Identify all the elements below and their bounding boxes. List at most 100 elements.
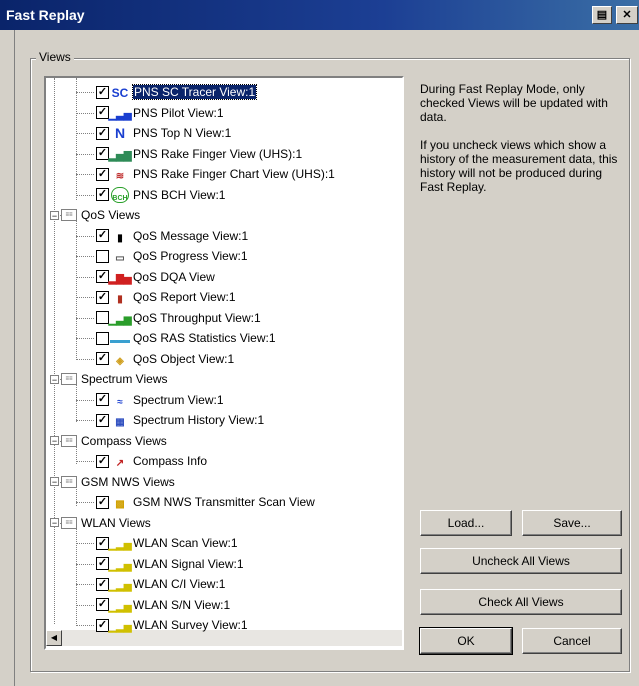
tree-item-label: PNS Rake Finger Chart View (UHS):1 — [133, 167, 335, 181]
tree-connector — [76, 174, 94, 175]
view-group-icon: ≡≡ — [61, 475, 77, 488]
tree-item-label: QoS Message View:1 — [133, 228, 249, 243]
throughput-icon: ▁▃▆ — [108, 314, 132, 326]
collapse-icon[interactable]: − — [50, 518, 59, 528]
tree-item-label: PNS Top N View:1 — [133, 126, 232, 140]
checked-checkbox[interactable]: ✓ — [96, 290, 109, 304]
uncheck-all-button[interactable]: Uncheck All Views — [420, 548, 622, 574]
tree-group-wlan-views[interactable]: − ≡≡ WLAN Views — [50, 513, 151, 533]
window-title: Fast Replay — [6, 7, 85, 23]
close-icon[interactable]: ✕ — [616, 6, 638, 24]
tree-connector — [76, 153, 94, 155]
tree-item[interactable]: ✓ ▂▇▅ QoS DQA View — [96, 267, 215, 287]
checked-checkbox[interactable]: ✓ — [96, 495, 109, 509]
tree-group-label: WLAN Views — [81, 515, 151, 530]
gsm-icon: ▩ — [115, 499, 125, 510]
checked-checkbox[interactable]: ✓ — [96, 413, 109, 427]
tree-item[interactable]: ✓ ≈ Spectrum View:1 — [96, 390, 224, 410]
check-all-button[interactable]: Check All Views — [420, 589, 622, 615]
tree-item[interactable]: ✓ ▮ QoS Report View:1 — [96, 287, 236, 307]
tree-connector — [76, 276, 94, 278]
clipboard-icon: ▮ — [117, 232, 123, 244]
tree-item-label: PNS BCH View:1 — [133, 187, 226, 202]
tree-group-spectrum-views[interactable]: − ≡≡ Spectrum Views — [50, 369, 167, 389]
checked-checkbox[interactable]: ✓ — [96, 352, 109, 365]
tree-connector — [76, 584, 94, 585]
checked-checkbox[interactable]: ✓ — [96, 85, 109, 99]
checked-checkbox[interactable]: ✓ — [96, 126, 109, 140]
tree-connector — [76, 235, 94, 237]
tree-item-label: QoS Object View:1 — [133, 351, 235, 366]
tree-item[interactable]: ✓ ▩ GSM NWS Transmitter Scan View — [96, 492, 315, 512]
tree-connector — [76, 543, 94, 544]
tree-item[interactable]: ✓ ≋ PNS Rake Finger Chart View (UHS):1 — [96, 164, 335, 184]
tree-item-label: WLAN Survey View:1 — [133, 618, 248, 632]
tree-group-compass-views[interactable]: − ≡≡ Compass Views — [50, 431, 167, 451]
checked-checkbox[interactable]: ✓ — [96, 188, 109, 201]
save-button[interactable]: Save... — [522, 510, 622, 536]
tree-item[interactable]: ▁▃▆ QoS Throughput View:1 — [96, 308, 261, 328]
print-icon[interactable]: ▤ — [592, 6, 612, 24]
bch-icon: BCH — [111, 186, 129, 203]
tree-item[interactable]: ✓ ▁▃▅ PNS Pilot View:1 — [96, 103, 224, 123]
checked-checkbox[interactable]: ✓ — [96, 393, 109, 406]
tree-item-label: WLAN Signal View:1 — [133, 556, 244, 571]
tree-item[interactable]: ▭ QoS Progress View:1 — [96, 246, 248, 266]
ok-button[interactable]: OK — [419, 627, 513, 655]
wlan-icon: ▁▂▅ — [108, 622, 132, 633]
chart-icon: ≋ — [115, 171, 125, 182]
tree-group-label: Compass Views — [81, 433, 167, 448]
cancel-button[interactable]: Cancel — [522, 628, 622, 654]
collapse-icon[interactable]: − — [50, 374, 59, 384]
tree-connector — [76, 625, 94, 626]
title-bar: Fast Replay ▤ ✕ — [0, 0, 639, 30]
tree-item[interactable]: ✓ BCH PNS BCH View:1 — [96, 185, 225, 205]
tree-item[interactable]: ✓ ▦ Spectrum History View:1 — [96, 410, 264, 430]
tree-connector — [76, 297, 94, 298]
tree-item-label: Compass Info — [133, 454, 208, 468]
unchecked-checkbox[interactable] — [96, 331, 109, 345]
load-button[interactable]: Load... — [420, 510, 512, 536]
unchecked-checkbox[interactable] — [96, 249, 109, 263]
wlan-icon: ▁▂▅ — [108, 540, 132, 551]
bars-icon: ▁▃▅ — [108, 109, 132, 121]
info-paragraph-1: During Fast Replay Mode, only checked Vi… — [420, 82, 608, 124]
views-tree[interactable]: ▲ ▼ ◀ ▶ ✓SCPNS SC Tracer View:1✓▁▃▅PNS P… — [44, 76, 404, 650]
report-icon: ▮ — [117, 294, 123, 305]
tree-connector — [76, 502, 94, 503]
tree-item[interactable]: ✓ ↗ Compass Info — [96, 451, 207, 471]
tree-item[interactable]: ✓ ▁▂▅ WLAN S/N View:1 — [96, 595, 230, 615]
tree-item[interactable]: ✓ SC PNS SC Tracer View:1 — [96, 82, 258, 102]
collapse-icon[interactable]: − — [50, 477, 59, 487]
tree-item[interactable]: ✓ ▁▂▅ WLAN Scan View:1 — [96, 533, 238, 553]
tree-item[interactable]: ✓ ▁▂▅ WLAN Survey View:1 — [96, 615, 248, 635]
tree-group-gsm-nws-views[interactable]: − ≡≡ GSM NWS Views — [50, 472, 175, 492]
collapse-icon[interactable]: − — [50, 210, 59, 220]
tree-group-qos-views[interactable]: − ≡≡ QoS Views — [50, 205, 140, 225]
collapse-icon[interactable]: − — [50, 436, 59, 446]
compass-icon: ↗ — [115, 458, 125, 469]
tree-item[interactable]: ✓ ▁▂▅ WLAN Signal View:1 — [96, 554, 244, 574]
wlan-icon: ▁▂▅ — [108, 581, 132, 592]
checked-checkbox[interactable]: ✓ — [96, 229, 109, 242]
checked-checkbox[interactable]: ✓ — [96, 454, 109, 468]
left-frame-edge — [0, 30, 15, 686]
ras-icon: ▬▬ — [110, 335, 130, 346]
tree-connector — [54, 78, 55, 624]
tree-item[interactable]: ▬▬ QoS RAS Statistics View:1 — [96, 328, 276, 348]
tree-item[interactable]: ✓ N PNS Top N View:1 — [96, 123, 231, 143]
tree-item[interactable]: ✓ ◈ QoS Object View:1 — [96, 349, 234, 369]
object-icon: ◈ — [116, 355, 124, 367]
view-group-icon: ≡≡ — [61, 373, 77, 385]
tree-item-label: QoS Throughput View:1 — [133, 310, 261, 325]
tree-connector — [76, 218, 77, 358]
tree-connector — [76, 194, 94, 196]
tree-group-label: Spectrum Views — [81, 372, 168, 386]
scroll-left-button[interactable]: ◀ — [46, 630, 62, 646]
checked-checkbox[interactable]: ✓ — [96, 167, 109, 181]
tree-item[interactable]: ✓ ▂▅▇ PNS Rake Finger View (UHS):1 — [96, 144, 302, 164]
info-paragraph-2: If you uncheck views which show a histor… — [420, 138, 618, 194]
tree-item[interactable]: ✓ ▮ QoS Message View:1 — [96, 226, 248, 246]
tree-item[interactable]: ✓ ▁▂▅ WLAN C/I View:1 — [96, 574, 225, 594]
tree-item-label: QoS RAS Statistics View:1 — [133, 331, 276, 345]
